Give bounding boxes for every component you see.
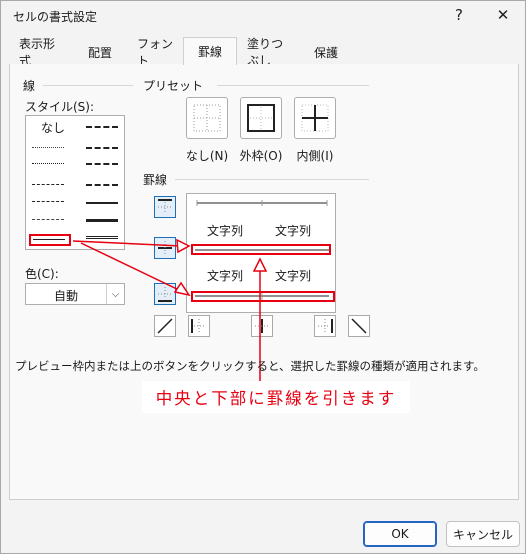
cancel-button[interactable]: キャンセル [446,521,520,547]
format-cells-dialog: セルの書式設定 ? ✕ 表示形式 配置 フォント 罫線 塗りつぶし 保護 線 ス… [0,0,526,554]
annotation-callout: 中央と下部に罫線を引きます [142,381,410,413]
ok-button[interactable]: OK [363,521,437,547]
tab-border[interactable]: 罫線 [183,37,237,65]
description-text: プレビュー枠内または上のボタンをクリックすると、選択した罫線の種類が適用されます… [15,359,485,373]
annotation-arrows [72,238,268,386]
